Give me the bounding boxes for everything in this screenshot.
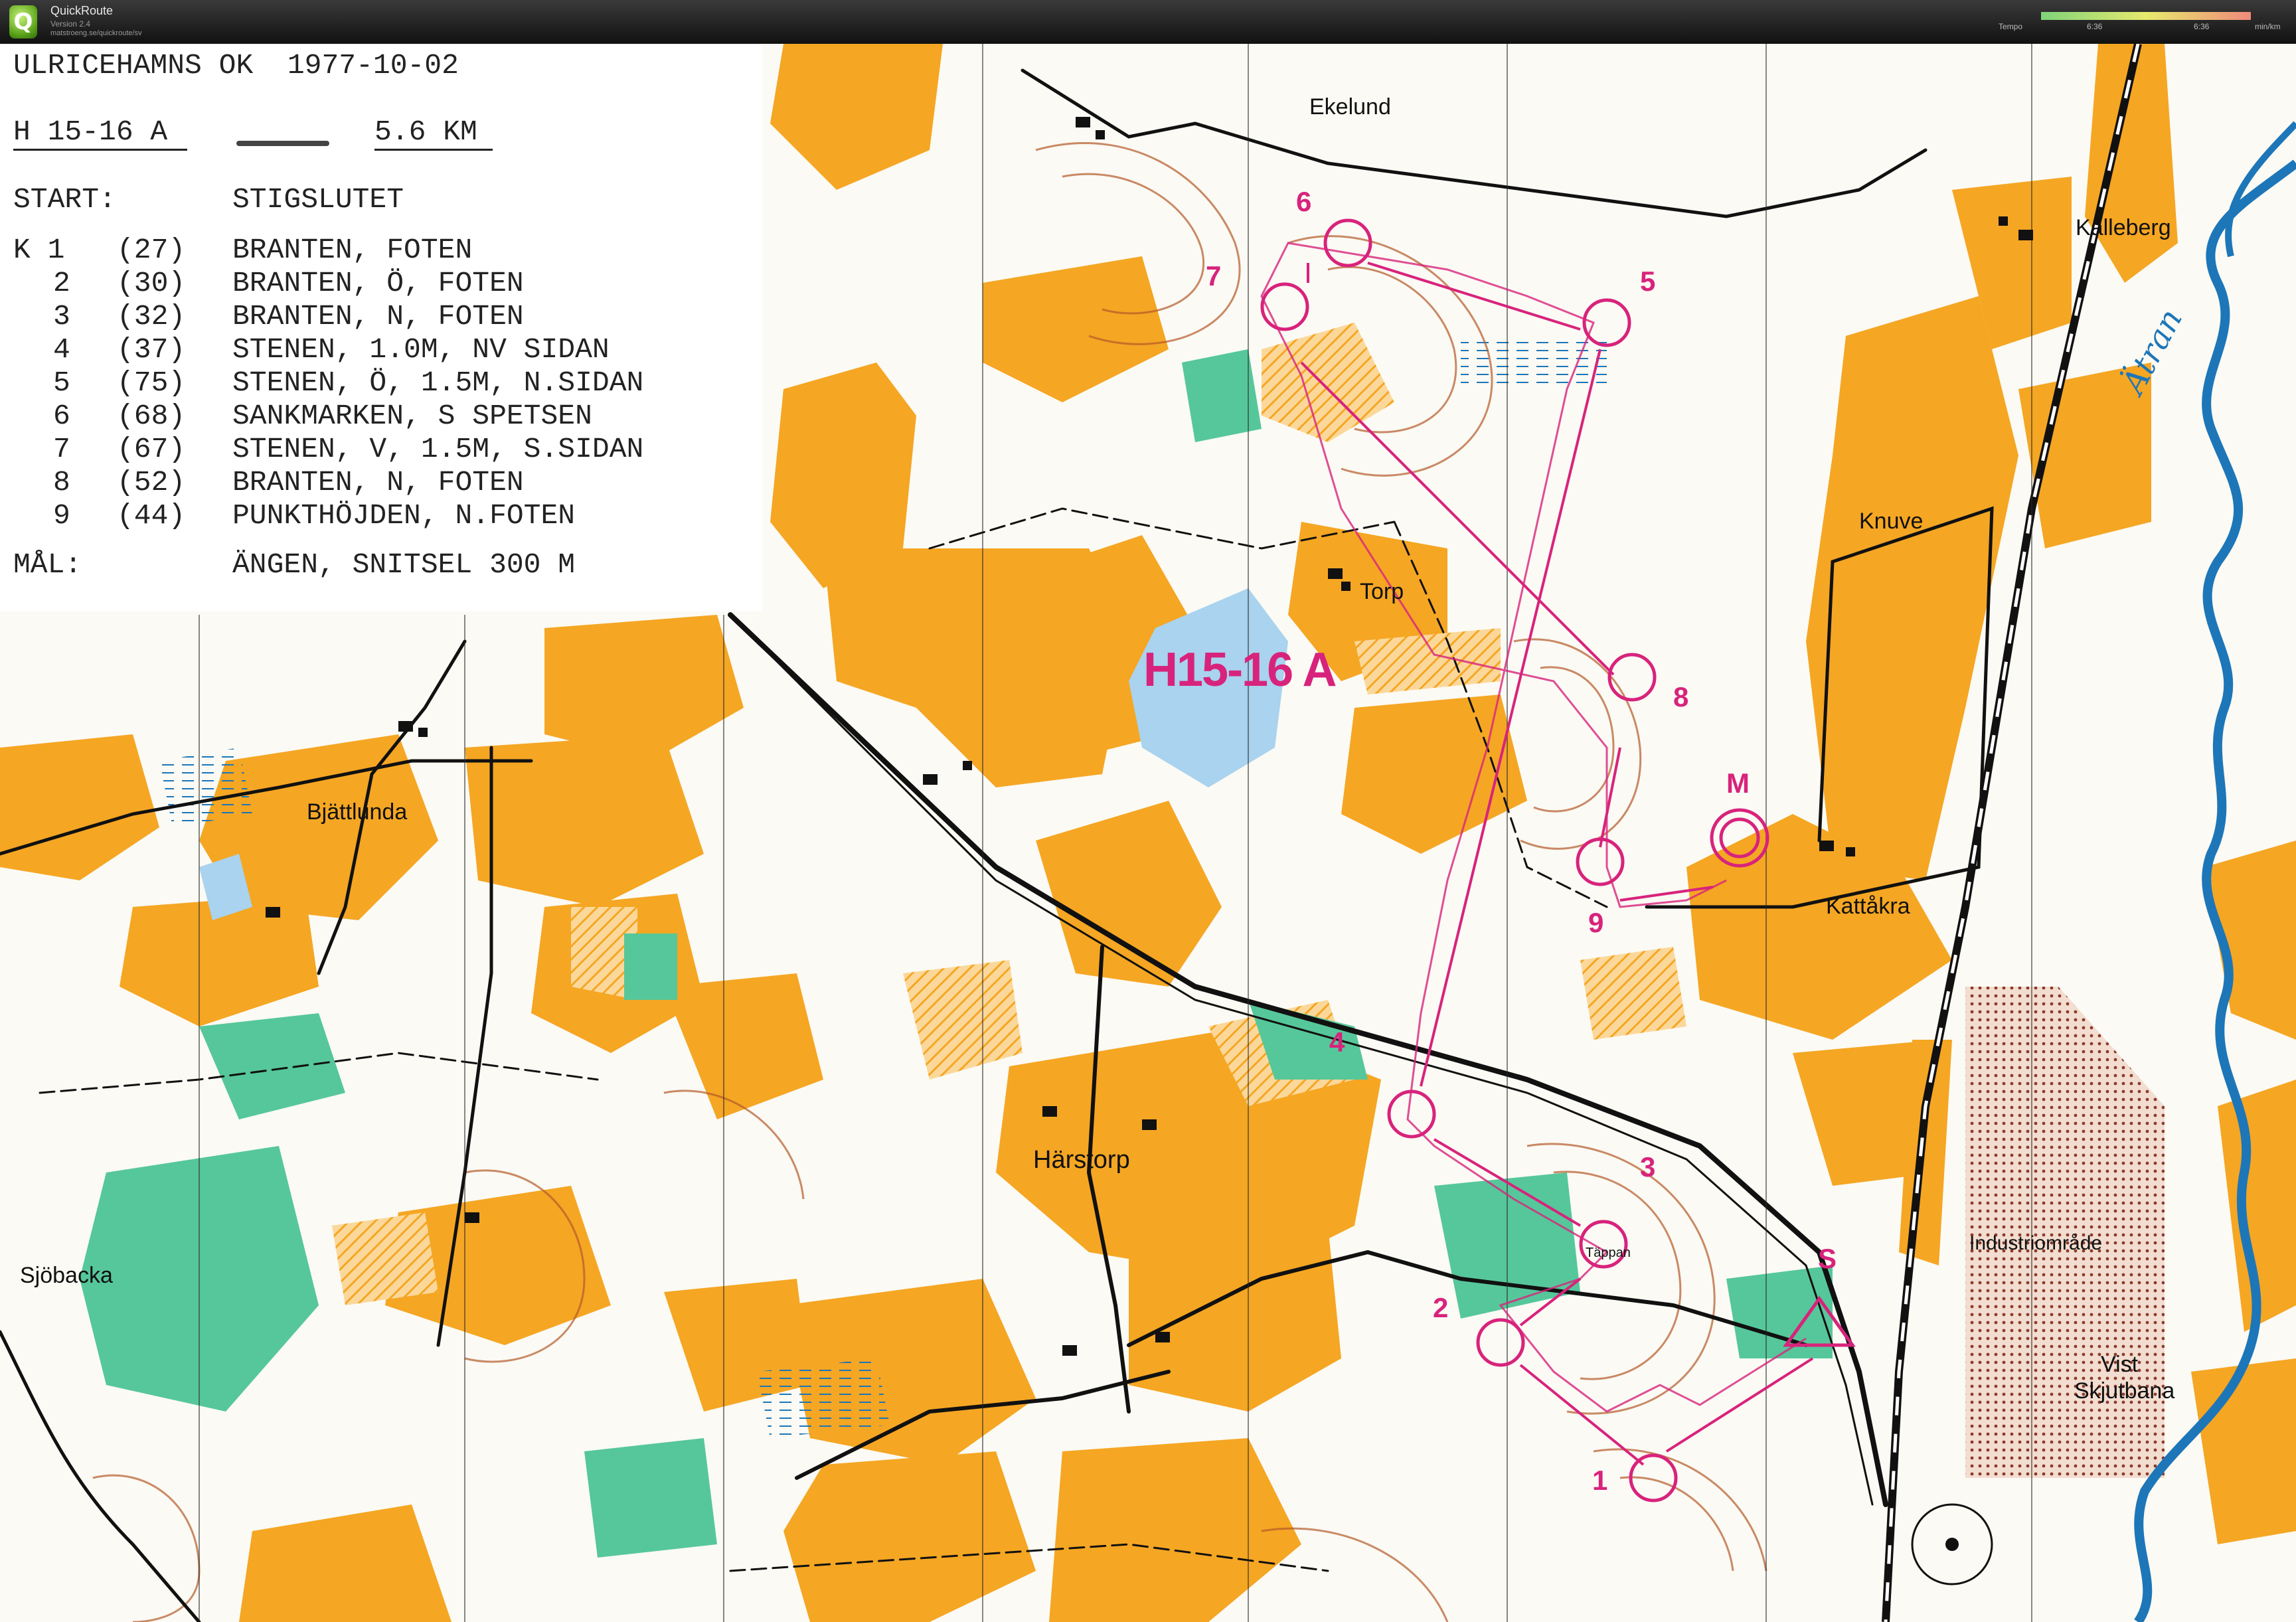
legend-control-k: 4: [53, 333, 70, 366]
legend-control-desc: BRANTEN, FOTEN: [232, 234, 473, 266]
legend-control-desc: PUNKTHÖJDEN, N.FOTEN: [232, 499, 576, 532]
legend-control-k: 2: [53, 267, 70, 299]
open-land: [770, 44, 943, 190]
start-label: S: [1818, 1243, 1837, 1274]
control-number-1: 1: [1592, 1465, 1608, 1496]
control-circle-7: [1260, 282, 1309, 331]
app-version: Version 2.4: [50, 19, 91, 29]
open-land: [2191, 1358, 2296, 1544]
marsh: [757, 1358, 890, 1438]
control-circle-4: [1387, 1090, 1436, 1139]
place-label-knuve: Knuve: [1859, 509, 1924, 534]
legend-distance: 5.6 KM: [374, 116, 477, 148]
legend-control-desc: STENEN, 1.0M, NV SIDAN: [232, 333, 610, 366]
tempo-min-value: 6:36: [2087, 22, 2103, 31]
legend-control-desc: SANKMARKEN, S SPETSEN: [232, 400, 592, 432]
place-label-harstorp: Härstorp: [1033, 1146, 1130, 1174]
tempo-color-scale: [2041, 12, 2251, 20]
open-land: [1036, 801, 1222, 987]
legend-control-code: (30): [117, 267, 186, 299]
legend-distance-underline: [374, 149, 493, 151]
control-number-6: 6: [1296, 186, 1312, 217]
course-title: H15-16 A: [1143, 643, 1337, 696]
place-label-skjutbana: Skjutbana: [2074, 1378, 2175, 1404]
place-label-industriomrade: Industriområde: [1969, 1232, 2103, 1254]
legend-control-code: (27): [117, 234, 186, 266]
legend-class-underline: [13, 149, 187, 151]
place-label-kattakra: Kattåkra: [1826, 894, 1910, 919]
legend-control-code: (32): [117, 300, 186, 333]
place-label-ekelund: Ekelund: [1309, 94, 1391, 120]
green-vegetation: [624, 933, 677, 1000]
semi-open-land: [1262, 323, 1394, 442]
legend-start-desc: STIGSLUTET: [232, 183, 404, 216]
place-label-sjobacka: Sjöbacka: [20, 1263, 113, 1288]
control-number-8: 8: [1673, 681, 1689, 712]
legend-control-k: 6: [53, 400, 70, 432]
control-number-7: 7: [1206, 260, 1222, 291]
legend-class: H 15-16 A: [13, 116, 168, 148]
legend-control-desc: BRANTEN, N, FOTEN: [232, 300, 524, 333]
legend-control-k: 7: [53, 433, 70, 465]
legend-control-k: 3: [53, 300, 70, 333]
control-circle-2: [1476, 1318, 1525, 1367]
legend-control-code: (68): [117, 400, 186, 432]
semi-open-land: [1580, 947, 1686, 1040]
legend-control-desc: BRANTEN, N, FOTEN: [232, 466, 524, 499]
legend-club-date: ULRICEHAMNS OK 1977-10-02: [13, 49, 459, 82]
control-number-9: 9: [1588, 907, 1604, 938]
tempo-legend: Tempo 6:36 6:36 min/km: [1999, 9, 2284, 36]
control-number-2: 2: [1433, 1292, 1449, 1323]
title-bar: Q QuickRoute Version 2.4 matstroeng.se/q…: [0, 0, 2296, 44]
control-number-3: 3: [1640, 1151, 1656, 1182]
app-name: QuickRoute: [50, 4, 114, 17]
distance-bar: [236, 141, 329, 146]
place-label-vist: Vist: [2101, 1352, 2139, 1377]
legend-control-desc: STENEN, V, 1.5M, S.SIDAN: [232, 433, 644, 465]
orienteering-map[interactable]: Ekelund Källeberg Knuve Torp Bjättlunda …: [0, 44, 2296, 1622]
legend-control-code: (75): [117, 366, 186, 399]
semi-open-land: [332, 1212, 438, 1305]
legend-finish-desc: ÄNGEN, SNITSEL 300 M: [232, 548, 576, 581]
semi-open-land: [903, 960, 1023, 1080]
green-vegetation: [1182, 349, 1262, 442]
open-land: [239, 1504, 451, 1622]
open-land: [1341, 694, 1527, 854]
place-label-torp: Torp: [1360, 579, 1404, 604]
legend-control-code: (52): [117, 466, 186, 499]
open-land: [664, 973, 823, 1119]
control-number-4: 4: [1329, 1026, 1345, 1058]
green-vegetation: [199, 1013, 345, 1119]
legend-control-k: 8: [53, 466, 70, 499]
app-url: matstroeng.se/quickroute/sv: [50, 29, 142, 37]
tempo-max-value: 6:36: [2194, 22, 2210, 31]
course-description-panel: ULRICEHAMNS OK 1977-10-02 H 15-16 A 5.6 …: [0, 44, 762, 611]
legend-start-label: START:: [13, 183, 116, 216]
open-land: [783, 1451, 1036, 1622]
place-label-bjattlunda: Bjättlunda: [307, 799, 408, 825]
control-circle-6: [1323, 218, 1372, 268]
open-land: [1129, 1226, 1341, 1412]
place-label-kalleberg: Källeberg: [2076, 215, 2171, 240]
legend-control-k: K 1: [13, 234, 65, 266]
tempo-unit: min/km: [2255, 22, 2281, 31]
tempo-label: Tempo: [1999, 22, 2023, 31]
open-land: [983, 256, 1169, 402]
control-number-5: 5: [1640, 266, 1656, 297]
finish-label: M: [1726, 768, 1750, 799]
legend-control-code: (44): [117, 499, 186, 532]
open-land: [0, 734, 159, 880]
legend-control-k: 9: [53, 499, 70, 532]
legend-control-k: 5: [53, 366, 70, 399]
place-label-tappan: Täppan: [1586, 1246, 1631, 1260]
green-vegetation: [584, 1438, 717, 1558]
legend-control-code: (37): [117, 333, 186, 366]
marsh: [159, 748, 252, 827]
quickroute-app-icon: Q: [9, 5, 37, 39]
legend-control-desc: STENEN, Ö, 1.5M, N.SIDAN: [232, 366, 644, 399]
legend-finish-label: MÅL:: [13, 548, 82, 581]
control-circle-8: [1607, 653, 1657, 702]
legend-control-code: (67): [117, 433, 186, 465]
legend-control-desc: BRANTEN, Ö, FOTEN: [232, 267, 524, 299]
